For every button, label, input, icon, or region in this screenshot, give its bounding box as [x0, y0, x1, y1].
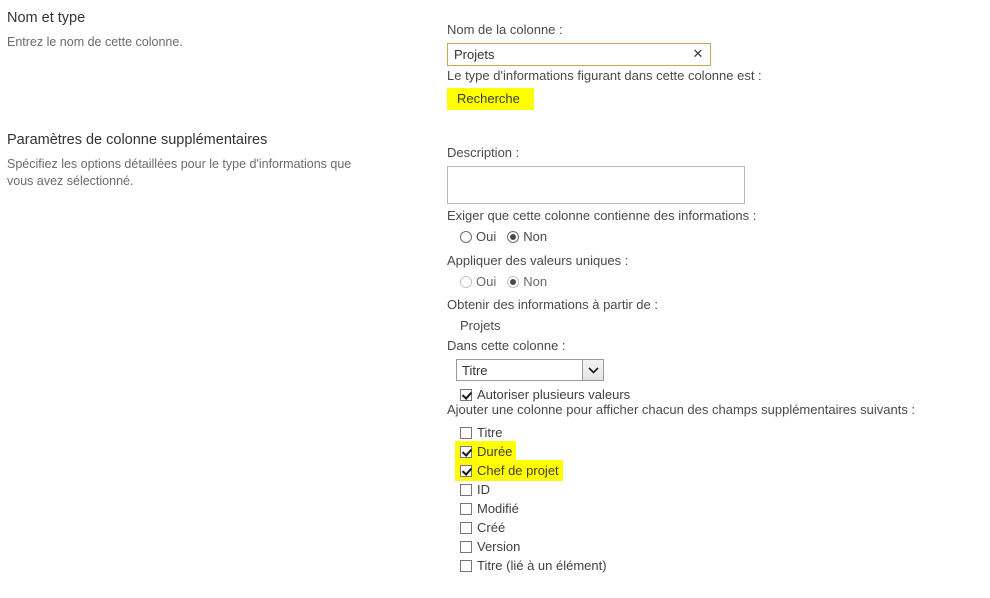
additional-field-id-wrap: ID — [455, 479, 494, 500]
source-column-select[interactable]: Titre — [456, 359, 604, 381]
section-name-and-type: Nom et type Entrez le nom de cette colon… — [7, 9, 387, 51]
source-column-select-wrap: Titre — [456, 359, 604, 381]
section-additional-column-settings: Paramètres de colonne supplémentaires Sp… — [7, 131, 387, 190]
checkbox-checked-icon — [460, 445, 472, 458]
section-title-additional-settings: Paramètres de colonne supplémentaires — [7, 132, 268, 148]
information-type-value-wrap: Recherche — [447, 88, 762, 110]
additional-field-item-titre-lie[interactable]: Titre (lié à un élément) — [447, 556, 917, 575]
enforce-unique-values-option-no-label: Non — [523, 274, 548, 289]
additional-field-duree-label: Durée — [477, 444, 513, 459]
checkbox-unchecked-icon — [460, 540, 472, 553]
additional-field-item-cree[interactable]: Créé — [447, 518, 917, 537]
additional-field-item-version[interactable]: Version — [447, 537, 917, 556]
field-information-type: Le type d'informations figurant dans cet… — [447, 67, 762, 110]
radio-unchecked-disabled-icon — [460, 275, 472, 288]
enforce-unique-values-radio-group: Oui Non — [447, 273, 628, 290]
close-icon[interactable]: ✕ — [691, 46, 705, 62]
enforce-unique-values-option-no: Non — [507, 273, 547, 290]
require-information-option-no[interactable]: Non — [507, 228, 547, 245]
additional-field-item-id[interactable]: ID — [447, 480, 917, 499]
checkbox-unchecked-icon — [460, 521, 472, 534]
column-settings-page: Nom et type Entrez le nom de cette colon… — [0, 0, 990, 598]
checkbox-unchecked-icon — [460, 483, 472, 496]
source-column-label: Dans cette colonne : — [447, 338, 566, 353]
additional-field-chef-de-projet-label: Chef de projet — [477, 463, 559, 478]
field-description: Description : — [447, 144, 745, 207]
additional-field-titre-wrap: Titre — [455, 422, 507, 443]
radio-checked-icon — [507, 230, 520, 243]
additional-field-cree-wrap: Créé — [455, 517, 509, 538]
radio-checked-disabled-icon — [507, 275, 520, 288]
additional-field-duree-wrap: Durée — [455, 441, 517, 462]
enforce-unique-values-option-yes-label: Oui — [476, 274, 497, 289]
additional-field-titre-lie-label: Titre (lié à un élément) — [477, 558, 607, 573]
information-type-value: Recherche — [447, 88, 534, 110]
require-information-label: Exiger que cette colonne contienne des i… — [447, 208, 757, 223]
additional-field-titre-label: Titre — [477, 425, 503, 440]
description-label: Description : — [447, 145, 520, 160]
radio-unchecked-icon — [460, 230, 472, 243]
additional-field-cree-label: Créé — [477, 520, 506, 535]
require-information-option-yes[interactable]: Oui — [460, 228, 496, 245]
checkbox-unchecked-icon — [460, 559, 472, 572]
column-name-label: Nom de la colonne : — [447, 22, 563, 37]
source-list-label: Obtenir des informations à partir de : — [447, 297, 658, 312]
field-additional-fields: Ajouter une colonne pour afficher chacun… — [447, 401, 917, 575]
require-information-option-no-label: Non — [523, 229, 548, 244]
additional-field-modifie-label: Modifié — [477, 501, 519, 516]
field-source-column: Dans cette colonne : Titre Autoriser plu… — [447, 337, 630, 404]
column-name-input-wrap: ✕ — [447, 43, 711, 66]
additional-field-item-modifie[interactable]: Modifié — [447, 499, 917, 518]
enforce-unique-values-label: Appliquer des valeurs uniques : — [447, 253, 629, 268]
additional-fields-list: Titre Durée Chef de projet ID Modifié Cr… — [447, 423, 917, 575]
require-information-option-yes-label: Oui — [476, 229, 497, 244]
additional-field-item-duree[interactable]: Durée — [447, 441, 917, 462]
additional-field-id-label: ID — [477, 482, 490, 497]
checkbox-unchecked-icon — [460, 426, 472, 439]
enforce-unique-values-option-yes: Oui — [460, 273, 496, 290]
section-description-additional-settings: Spécifiez les options détaillées pour le… — [7, 157, 352, 188]
additional-field-titre-lie-wrap: Titre (lié à un élément) — [455, 555, 611, 576]
additional-field-item-titre[interactable]: Titre — [447, 423, 917, 442]
section-description-name-and-type: Entrez le nom de cette colonne. — [7, 35, 183, 49]
field-enforce-unique-values: Appliquer des valeurs uniques : Oui Non — [447, 252, 628, 290]
additional-field-item-chef-de-projet[interactable]: Chef de projet — [447, 460, 917, 481]
checkbox-checked-icon — [460, 464, 472, 477]
checkbox-unchecked-icon — [460, 502, 472, 515]
column-name-input[interactable] — [447, 43, 711, 66]
additional-field-version-wrap: Version — [455, 536, 524, 557]
require-information-radio-group: Oui Non — [447, 228, 756, 245]
field-column-name: Nom de la colonne : ✕ — [447, 21, 711, 66]
field-source-list: Obtenir des informations à partir de : P… — [447, 296, 658, 334]
field-require-information: Exiger que cette colonne contienne des i… — [447, 207, 756, 245]
description-textarea[interactable] — [447, 166, 745, 204]
additional-field-modifie-wrap: Modifié — [455, 498, 523, 519]
additional-field-version-label: Version — [477, 539, 521, 554]
additional-field-chef-de-projet-wrap: Chef de projet — [455, 460, 563, 481]
checkbox-checked-icon — [460, 389, 472, 401]
information-type-label: Le type d'informations figurant dans cet… — [447, 68, 762, 83]
section-title-name-and-type: Nom et type — [7, 10, 86, 26]
additional-fields-label: Ajouter une colonne pour afficher chacun… — [447, 402, 916, 417]
source-list-value: Projets — [460, 318, 501, 333]
